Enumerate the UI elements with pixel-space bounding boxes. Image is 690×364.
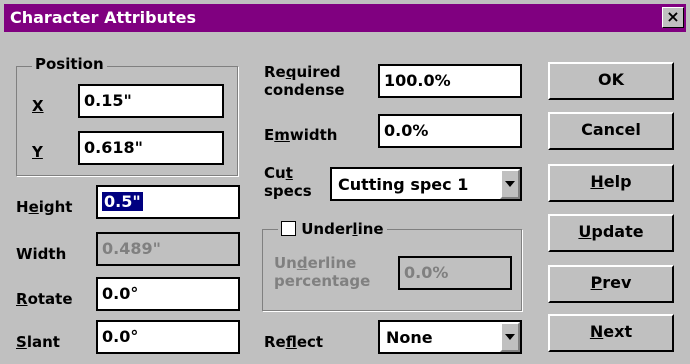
rotate-input[interactable]: 0.0° [96,277,240,311]
reflect-label: Reflect [264,333,324,351]
cut-specs-value: Cutting spec 1 [338,175,469,194]
y-input[interactable]: 0.618" [78,131,224,165]
underline-label[interactable]: Underline [301,220,383,238]
help-button[interactable]: Help [548,164,674,202]
y-label: Y [32,143,43,161]
cut-specs-dropdown[interactable]: Cutting spec 1 [330,167,522,201]
reflect-value: None [386,328,433,347]
cut-specs-dropdown-arrow[interactable] [500,169,520,199]
rotate-label: Rotate [16,290,73,308]
slant-label: Slant [16,333,60,351]
ok-button[interactable]: OK [548,62,674,100]
emwidth-label: Emwidth [264,126,338,144]
x-input[interactable]: 0.15" [78,84,224,118]
position-legend: Position [32,55,107,73]
close-button[interactable]: × [662,7,684,28]
underline-legend: Underline [278,219,387,239]
cancel-button[interactable]: Cancel [548,112,674,150]
height-selected-text: 0.5" [102,192,143,211]
reflect-dropdown[interactable]: None [378,320,522,354]
underline-checkbox[interactable] [281,221,296,236]
height-label: Height [16,198,73,216]
height-input[interactable]: 0.5" [96,185,240,219]
emwidth-input[interactable]: 0.0% [378,114,522,148]
reflect-dropdown-arrow[interactable] [500,322,520,352]
next-button[interactable]: Next [548,314,674,352]
chevron-down-icon [505,181,515,187]
width-label: Width [16,245,67,263]
chevron-down-icon [505,334,515,340]
underline-percentage-label: Underline percentage [274,254,371,290]
underline-percentage-input: 0.0% [398,256,512,290]
width-input: 0.489" [96,232,240,266]
prev-button[interactable]: Prev [548,265,674,303]
title-bar: Character Attributes × [4,4,686,32]
cut-specs-label: Cut specs [264,164,312,200]
update-button[interactable]: Update [548,214,674,252]
required-condense-label: Required condense [264,63,345,99]
close-icon: × [666,7,680,26]
x-label: X [32,97,44,115]
character-attributes-dialog: Character Attributes × Position X 0.15" … [0,0,690,364]
required-condense-input[interactable]: 100.0% [378,64,522,98]
slant-input[interactable]: 0.0° [96,320,240,354]
dialog-title: Character Attributes [10,8,196,27]
